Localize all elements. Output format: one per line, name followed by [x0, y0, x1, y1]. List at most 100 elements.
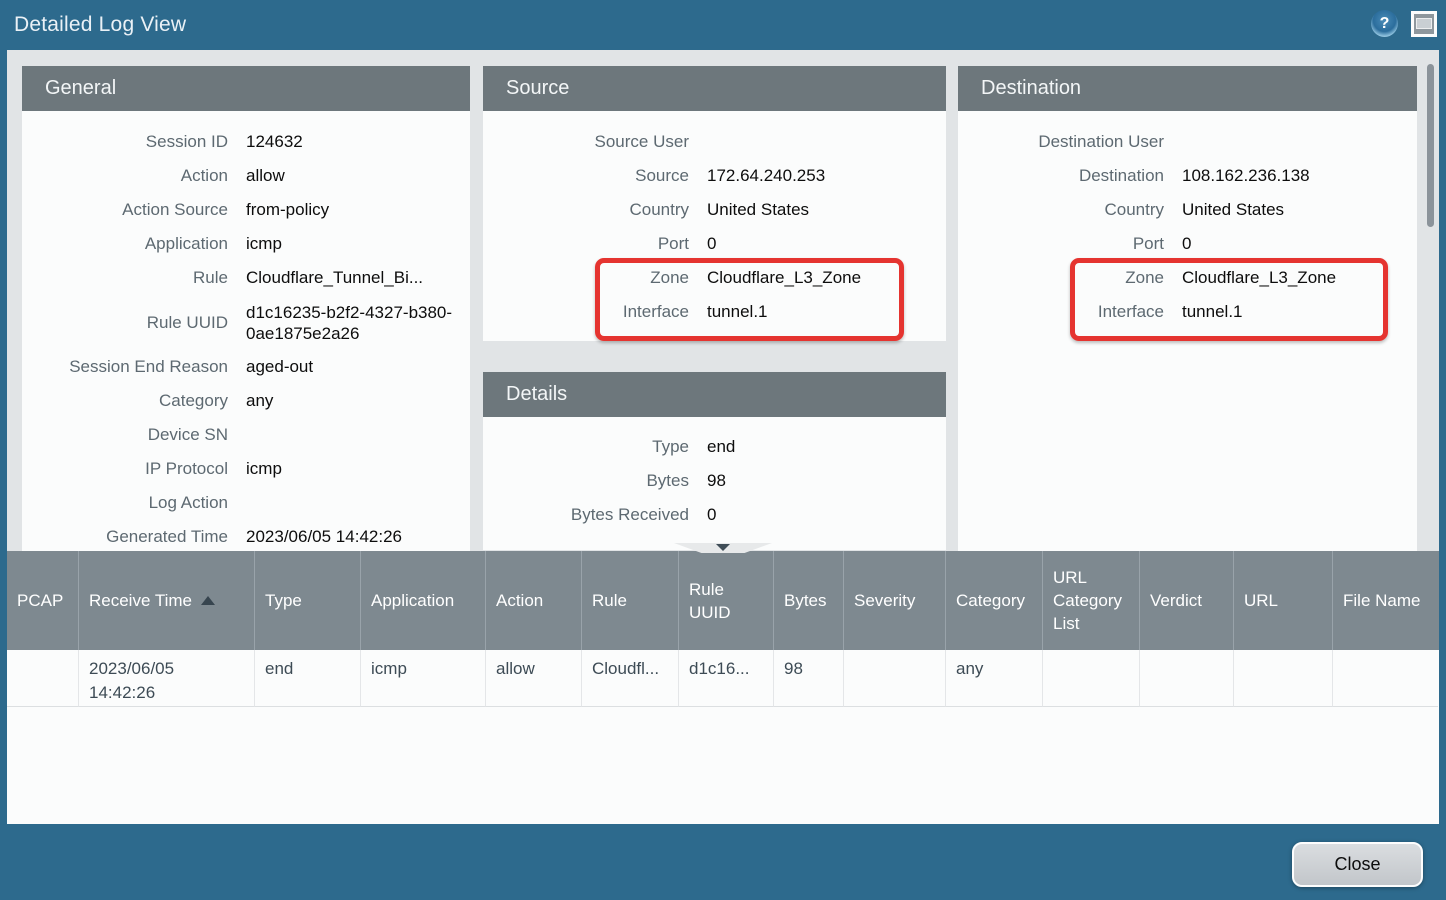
general-field-rule: Rule Cloudflare_Tunnel_Bi... [22, 261, 470, 295]
cell-rule: Cloudfl... [582, 650, 679, 707]
details-field-bytes: Bytes 98 [483, 464, 946, 498]
cell-receive-time: 2023/06/05 14:42:26 [79, 650, 255, 707]
column-header-verdict[interactable]: Verdict [1140, 551, 1234, 650]
field-label: Application [22, 227, 228, 261]
source-field-port: Port0 [483, 227, 946, 261]
field-label: Country [958, 193, 1164, 227]
column-header-file-name[interactable]: File Name [1333, 551, 1438, 650]
field-label: Action [22, 159, 228, 193]
field-label: Zone [483, 261, 689, 295]
field-value: United States [707, 193, 809, 227]
field-label: Port [958, 227, 1164, 261]
general-field-action: Action allow [22, 159, 470, 193]
field-label: Session ID [22, 125, 228, 159]
cell-bytes: 98 [774, 650, 844, 707]
field-label: Zone [958, 261, 1164, 295]
field-value: tunnel.1 [707, 295, 768, 329]
scrollbar-thumb[interactable] [1427, 64, 1434, 227]
dialog-body: General Session ID124632ActionallowActio… [7, 50, 1439, 824]
column-header-pcap[interactable]: PCAP [7, 551, 79, 650]
middle-column: Source Source UserSource172.64.240.253Co… [483, 66, 946, 550]
field-value: 2023/06/05 14:42:26 [246, 520, 402, 551]
column-header-application[interactable]: Application [361, 551, 486, 650]
column-header-severity[interactable]: Severity [844, 551, 946, 650]
field-value: allow [246, 159, 285, 193]
panel-destination-body: Destination UserDestination108.162.236.1… [958, 111, 1417, 551]
help-icon[interactable]: ? [1371, 10, 1398, 37]
log-table-row[interactable]: 2023/06/05 14:42:26endicmpallowCloudfl..… [7, 650, 1439, 707]
sort-ascending-icon [201, 596, 215, 605]
column-header-label: File Name [1343, 589, 1420, 612]
panel-general-body: Session ID 124632 Action allowAction Source… [22, 111, 470, 551]
field-value: tunnel.1 [1182, 295, 1243, 329]
field-value: 98 [707, 464, 726, 498]
vertical-scrollbar[interactable] [1424, 50, 1437, 551]
cell-url [1234, 650, 1333, 707]
field-label: Session End Reason [22, 350, 228, 384]
field-label: Type [483, 430, 689, 464]
column-header-url-category-list[interactable]: URL Category List [1043, 551, 1140, 650]
field-label: Destination User [958, 125, 1164, 159]
field-value: Cloudflare_Tunnel_Bi... [246, 261, 423, 295]
panel-general-title: General [22, 66, 470, 111]
column-header-rule[interactable]: Rule [582, 551, 679, 650]
column-header-label: Receive Time [89, 589, 192, 612]
maximize-icon[interactable] [1411, 11, 1437, 37]
field-value: icmp [246, 452, 282, 486]
panels-area: General Session ID 124632 Action allowActio… [7, 50, 1439, 551]
maximize-inner-rect [1416, 18, 1432, 29]
source-field-country: CountryUnited States [483, 193, 946, 227]
source-field-interface: Interface tunnel.1 [483, 295, 946, 329]
field-label: Interface [483, 295, 689, 329]
cell-category: any [946, 650, 1043, 707]
destination-field-port: Port 0 [958, 227, 1417, 261]
field-value: 124632 [246, 125, 303, 159]
dialog-title: Detailed Log View [14, 13, 186, 37]
column-header-label: Rule [592, 589, 627, 612]
field-value: any [246, 384, 273, 418]
dialog-titlebar: Detailed Log View ? [0, 0, 1446, 50]
field-label: Rule [22, 261, 228, 295]
source-field-source: Source172.64.240.253 [483, 159, 946, 193]
column-header-category[interactable]: Category [946, 551, 1043, 650]
column-header-label: Action [496, 589, 543, 612]
column-header-action[interactable]: Action [486, 551, 582, 650]
destination-field-destination-user: Destination User [958, 125, 1417, 159]
cell-verdict [1140, 650, 1234, 707]
cell-severity [844, 650, 946, 707]
column-header-label: Type [265, 589, 302, 612]
column-header-receive-time[interactable]: Receive Time [79, 551, 255, 650]
field-label: Bytes [483, 464, 689, 498]
field-value: 0 [707, 227, 716, 261]
field-value: 0 [1182, 227, 1191, 261]
field-label: Rule UUID [22, 312, 228, 333]
column-header-label: URL Category List [1053, 566, 1129, 635]
general-field-log-action: Log Action [22, 486, 470, 520]
column-header-url[interactable]: URL [1234, 551, 1333, 650]
field-label: IP Protocol [22, 452, 228, 486]
panel-destination-title: Destination [958, 66, 1417, 111]
general-field-device-sn: Device SN [22, 418, 470, 452]
panel-source: Source Source UserSource172.64.240.253Co… [483, 66, 946, 341]
panel-source-title: Source [483, 66, 946, 111]
column-header-bytes[interactable]: Bytes [774, 551, 844, 650]
log-table-body: 2023/06/05 14:42:26endicmpallowCloudfl..… [7, 650, 1439, 707]
general-field-generated-time: Generated Time2023/06/05 14:42:26 [22, 520, 470, 551]
cell-rule-uuid: d1c16... [679, 650, 774, 707]
panel-general: General Session ID 124632 Action allowActio… [22, 66, 470, 551]
column-header-label: Application [371, 589, 454, 612]
column-header-rule-uuid[interactable]: Rule UUID [679, 551, 774, 650]
general-field-session-end-reason: Session End Reasonaged-out [22, 350, 470, 384]
destination-field-zone: ZoneCloudflare_L3_Zone [958, 261, 1417, 295]
field-value: 0 [707, 498, 716, 532]
close-button[interactable]: Close [1292, 842, 1423, 887]
column-header-label: URL [1244, 589, 1278, 612]
field-label: Source User [483, 125, 689, 159]
cell-pcap [7, 650, 79, 707]
column-header-type[interactable]: Type [255, 551, 361, 650]
field-value: icmp [246, 227, 282, 261]
chevron-down-icon [716, 544, 730, 551]
column-header-label: Category [956, 589, 1025, 612]
field-label: Log Action [22, 486, 228, 520]
general-field-action-source: Action Sourcefrom-policy [22, 193, 470, 227]
